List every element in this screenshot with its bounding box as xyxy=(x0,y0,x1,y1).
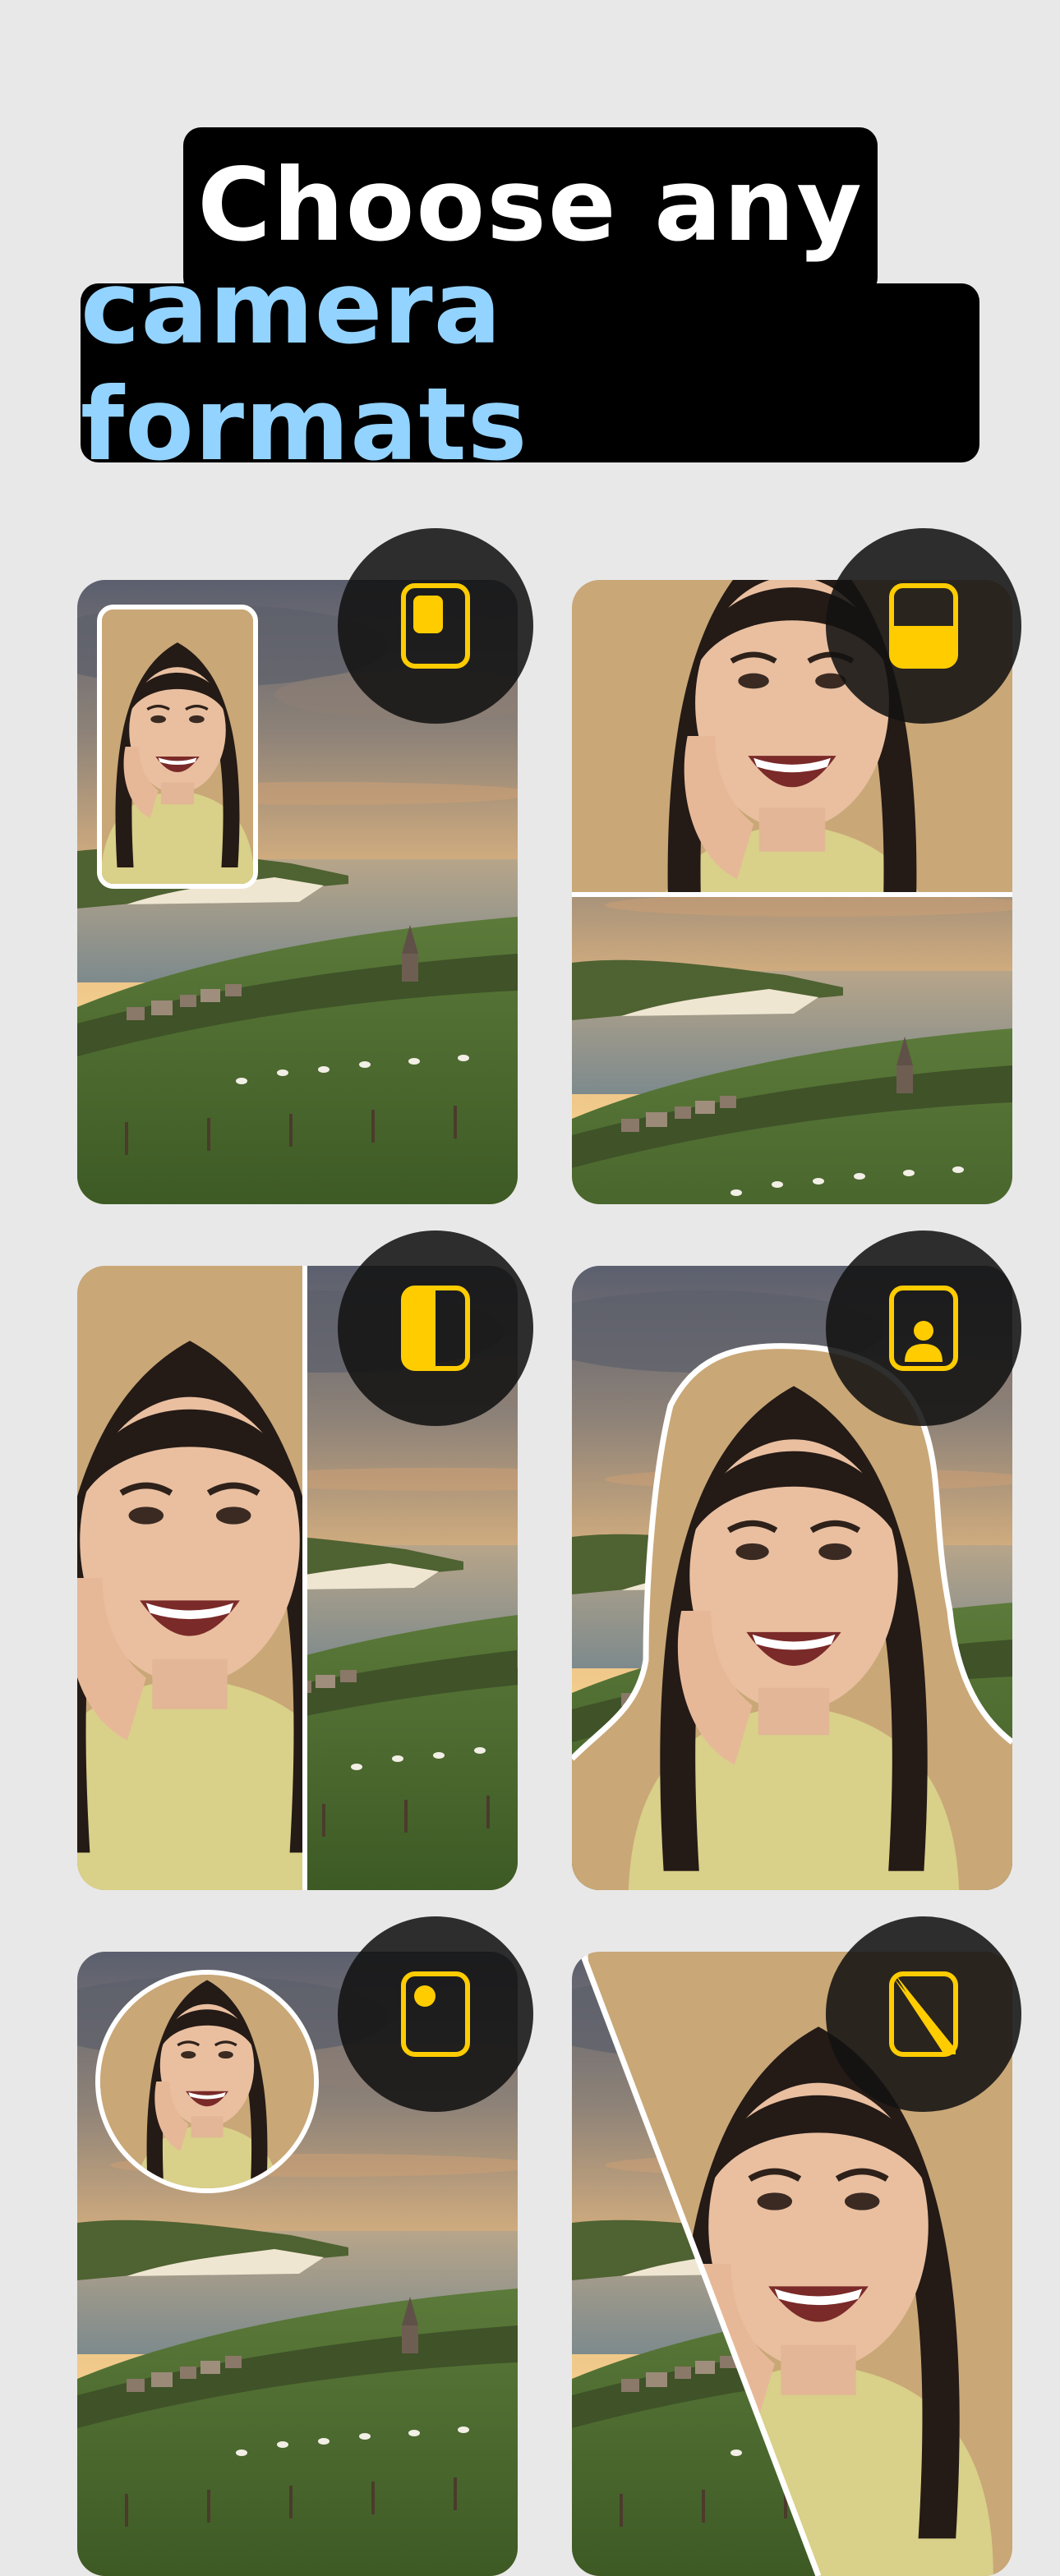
format-split-horizontal-button[interactable] xyxy=(826,528,1021,724)
format-split-diagonal-button[interactable] xyxy=(826,1916,1021,2112)
bottom-landscape-half xyxy=(572,897,1012,1204)
split-vertical-icon xyxy=(401,1286,470,1371)
pip-rect-icon xyxy=(401,583,470,669)
headline-line-2: camera formats xyxy=(81,250,979,483)
person-cutout-icon xyxy=(889,1286,958,1371)
format-pip-circle-button[interactable] xyxy=(338,1916,533,2112)
left-selfie-half xyxy=(77,1266,302,1890)
headline: Choose any camera formats xyxy=(0,0,1060,493)
format-split-vertical-button[interactable] xyxy=(338,1230,533,1426)
split-horizontal-icon xyxy=(889,583,958,669)
pip-circle-icon xyxy=(401,1971,470,2057)
format-pip-rect-button[interactable] xyxy=(338,528,533,724)
format-cutout-button[interactable] xyxy=(826,1230,1021,1426)
pip-selfie-frame xyxy=(97,605,258,889)
split-diagonal-icon xyxy=(889,1971,958,2057)
pip-circle-selfie xyxy=(95,1970,319,2193)
